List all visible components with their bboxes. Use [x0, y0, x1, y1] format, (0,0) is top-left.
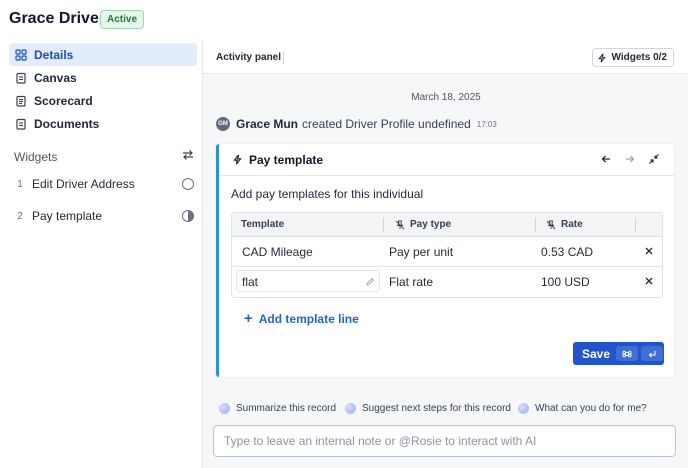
save-button-label: Save — [582, 346, 611, 361]
table-row[interactable]: CAD Mileage Pay per unit 0.53 CAD — [232, 237, 662, 267]
suggestion-chip[interactable]: Summarize this record — [219, 399, 336, 417]
cell-template[interactable]: CAD Mileage — [242, 237, 313, 266]
remove-row-icon[interactable] — [644, 246, 654, 256]
command-key-icon — [616, 346, 639, 361]
widget-item-edit-driver-address[interactable]: 1 Edit Driver Address — [9, 173, 197, 195]
column-separator — [635, 218, 636, 232]
card-header: Pay template — [219, 144, 674, 176]
sidebar-item-documents[interactable]: Documents — [9, 112, 197, 135]
cell-pay-type[interactable]: Pay per unit — [389, 237, 453, 266]
main-panel: Activity panel Widgets 0/2 March 18, 202… — [202, 40, 688, 468]
table-header: Template Pay type Rate — [232, 213, 662, 237]
cell-rate[interactable]: 0.53 CAD — [541, 237, 593, 266]
column-header-template: Template — [241, 219, 285, 230]
activity-entry: GM Grace Mun created Driver Profile unde… — [216, 117, 497, 131]
column-header-label: Rate — [561, 219, 583, 230]
column-header-rate: Rate — [546, 213, 583, 236]
ai-orb-icon — [345, 402, 356, 414]
sidebar-item-label: Details — [34, 47, 74, 62]
status-badge: Active — [100, 10, 145, 29]
sidebar-item-scorecard[interactable]: Scorecard — [9, 89, 197, 112]
cell-template[interactable]: flat — [242, 267, 258, 297]
suggestion-chip[interactable]: Suggest next steps for this record — [345, 399, 511, 417]
sidebar-item-label: Documents — [34, 116, 100, 131]
tab-activity-panel[interactable]: Activity panel — [216, 52, 281, 63]
suggestion-label: What can you do for me? — [535, 402, 647, 414]
sidebar-item-label: Scorecard — [34, 93, 93, 108]
widget-number: 1 — [17, 178, 23, 190]
sidebar-item-canvas[interactable]: Canvas — [9, 66, 197, 89]
swap-icon[interactable] — [181, 148, 195, 162]
pin-off-icon — [395, 220, 405, 229]
top-header: Grace Driver Active — [0, 0, 688, 40]
ai-orb-icon — [219, 402, 230, 414]
widgets-button-label: Widgets 0/2 — [611, 52, 667, 63]
table-row[interactable]: flat Flat rate 100 USD — [232, 267, 662, 297]
card-title: Pay template — [249, 152, 324, 167]
sidebar-item-details[interactable]: Details — [9, 43, 197, 66]
suggestion-label: Suggest next steps for this record — [362, 402, 511, 414]
in-progress-status-icon — [182, 210, 194, 222]
bolt-icon — [233, 154, 242, 165]
suggestion-chip[interactable]: What can you do for me? — [518, 399, 647, 417]
widget-label: Edit Driver Address — [32, 177, 135, 191]
add-template-line-button[interactable]: + Add template line — [244, 311, 359, 326]
suggestion-label: Summarize this record — [236, 402, 337, 414]
clipboard-icon — [16, 72, 26, 84]
pay-template-table: Template Pay type Rate CAD Mileage Pay p… — [231, 212, 663, 298]
panel-toolbar: Activity panel Widgets 0/2 — [203, 40, 688, 74]
avatar: GM — [216, 117, 230, 131]
save-button[interactable]: Save — [573, 342, 664, 365]
column-header-pay-type: Pay type — [395, 213, 451, 236]
scorecard-icon — [16, 95, 26, 107]
add-template-line-label: Add template line — [258, 311, 359, 326]
activity-actor: Grace Mun — [236, 117, 299, 131]
widget-item-pay-template[interactable]: 2 Pay template — [9, 205, 197, 227]
widgets-button[interactable]: Widgets 0/2 — [591, 48, 674, 67]
grid-icon — [15, 48, 27, 61]
widgets-heading: Widgets — [14, 150, 58, 164]
divider — [283, 51, 284, 64]
activity-time: 17:03 — [476, 119, 497, 129]
column-header-label: Pay type — [410, 219, 452, 230]
column-separator — [383, 218, 384, 232]
sidebar-item-label: Canvas — [34, 70, 77, 85]
collapse-icon[interactable] — [648, 153, 660, 165]
edit-pencil-icon[interactable] — [365, 277, 375, 287]
arrow-right-icon[interactable] — [624, 153, 636, 165]
cell-rate[interactable]: 100 USD — [541, 267, 590, 297]
pay-template-card: Pay template Add pay templates for this … — [216, 144, 674, 377]
document-icon — [16, 118, 26, 130]
cell-pay-type[interactable]: Flat rate — [389, 267, 433, 297]
activity-action: created Driver Profile undefined — [302, 117, 471, 131]
enter-key-icon — [641, 346, 664, 361]
widget-number: 2 — [17, 210, 23, 222]
remove-row-icon[interactable] — [644, 276, 654, 286]
date-separator: March 18, 2025 — [411, 92, 481, 103]
bolt-icon — [597, 52, 606, 63]
page-title: Grace Driver — [9, 10, 106, 27]
widget-label: Pay template — [32, 209, 103, 223]
empty-status-icon — [182, 178, 194, 190]
card-subtitle: Add pay templates for this individual — [231, 187, 424, 201]
pin-off-icon — [546, 220, 556, 229]
note-input[interactable] — [213, 425, 676, 457]
plus-icon: + — [244, 310, 253, 327]
column-separator — [535, 218, 536, 232]
ai-orb-icon — [518, 402, 529, 414]
arrow-left-icon[interactable] — [600, 153, 612, 165]
sidebar: Details Canvas Scorecard Documents Widge… — [0, 40, 202, 468]
